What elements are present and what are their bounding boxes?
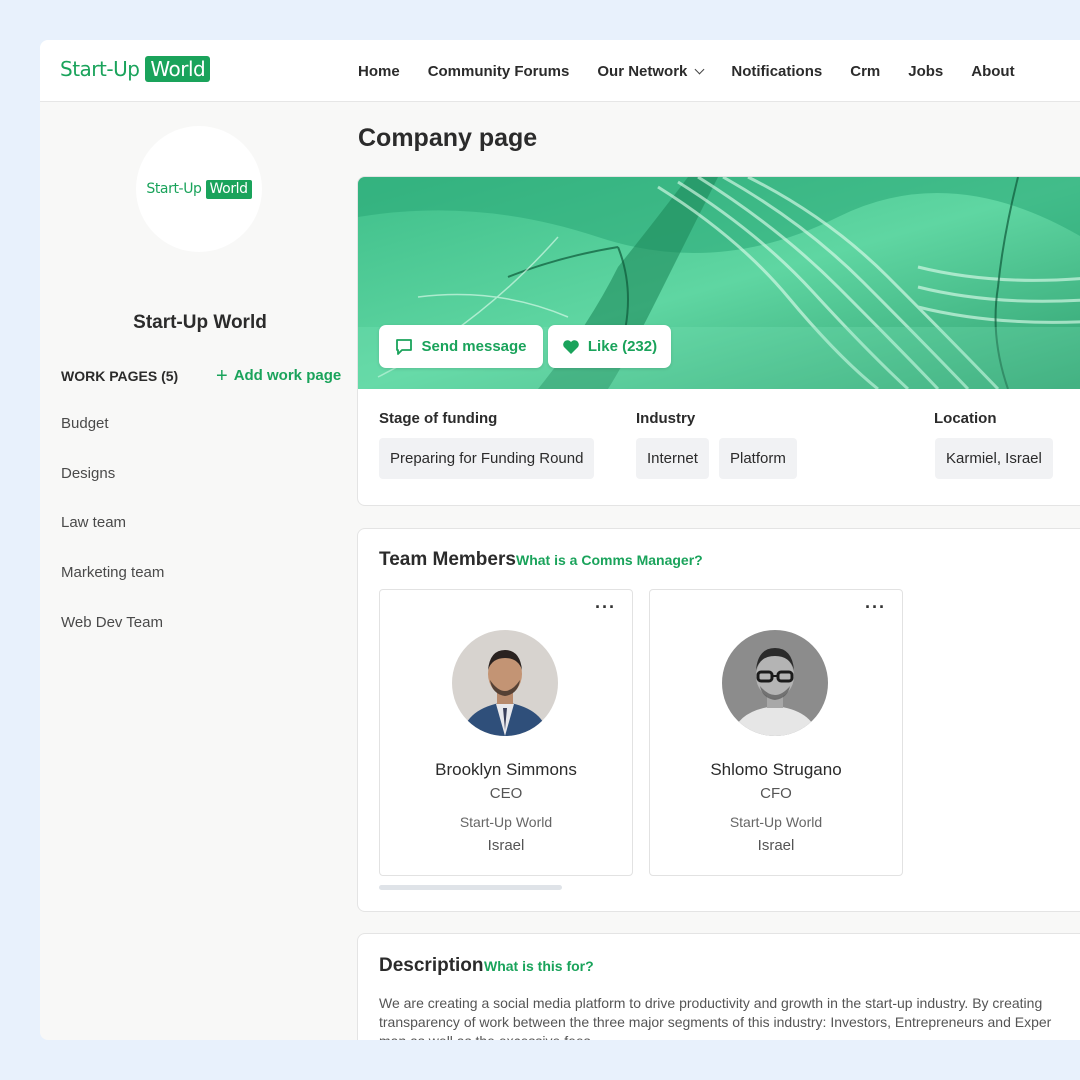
work-page-item-law-team[interactable]: Law team: [61, 514, 164, 564]
nav-our-network-label: Our Network: [597, 62, 688, 80]
work-page-item-web-dev-team[interactable]: Web Dev Team: [61, 614, 164, 664]
like-label: Like (232): [587, 338, 658, 355]
member-name: Shlomo Strugano: [710, 760, 842, 779]
member-country: Israel: [487, 837, 525, 854]
work-pages-list: Budget Designs Law team Marketing team W…: [61, 415, 164, 663]
member-role: CEO: [489, 785, 523, 802]
message-icon: [396, 338, 413, 355]
like-button[interactable]: Like (232): [548, 325, 671, 368]
nav-community-forums[interactable]: Community Forums: [428, 63, 570, 80]
member-name: Brooklyn Simmons: [435, 760, 577, 779]
nav-home[interactable]: Home: [358, 63, 400, 80]
nav-notifications[interactable]: Notifications: [731, 63, 822, 80]
nav-jobs[interactable]: Jobs: [908, 63, 943, 80]
heart-icon: [563, 339, 579, 354]
avatar-logo-part1: Start-Up: [146, 181, 202, 197]
member-company: Start-Up World: [729, 814, 823, 830]
description-card: Description What is this for? We are cre…: [357, 933, 1080, 1040]
company-name: Start-Up World: [133, 312, 267, 333]
team-member-card[interactable]: ··· Brooklyn Simmons CEO Start-Up World …: [379, 589, 633, 876]
brand-name-part2: World: [145, 56, 211, 82]
nav-our-network[interactable]: Our Network: [597, 62, 705, 80]
plus-icon: +: [216, 364, 228, 387]
more-options-icon[interactable]: ···: [595, 598, 616, 616]
industry-label: Industry: [636, 410, 696, 427]
nav-about[interactable]: About: [971, 63, 1014, 80]
nav-crm[interactable]: Crm: [850, 63, 880, 80]
industry-chip-internet: Internet: [636, 438, 709, 479]
company-cover-card: Send message Like (232) Stage of funding…: [357, 176, 1080, 506]
description-text: We are creating a social media platform …: [379, 994, 1080, 1040]
add-work-page-label: Add work page: [233, 367, 342, 384]
company-avatar: Start-Up World: [136, 126, 262, 252]
member-photo: [452, 630, 558, 736]
member-company: Start-Up World: [459, 814, 553, 830]
work-pages-header: WORK PAGES (5): [61, 368, 179, 384]
main-nav: Home Community Forums Our Network Notifi…: [358, 40, 1043, 102]
stage-of-funding-label: Stage of funding: [379, 410, 498, 427]
location-label: Location: [934, 410, 997, 427]
team-members-card: Team Members What is a Comms Manager? ··…: [357, 528, 1080, 912]
chevron-down-icon: [694, 64, 705, 74]
more-options-icon[interactable]: ···: [865, 598, 886, 616]
description-line-3: man as well as the excessive fees.: [379, 1032, 1080, 1040]
work-page-item-marketing-team[interactable]: Marketing team: [61, 564, 164, 614]
company-avatar-logo: Start-Up World: [146, 179, 252, 199]
app-window: Start-Up World Home Community Forums Our…: [40, 40, 1080, 1040]
member-photo: [722, 630, 828, 736]
team-members-title: Team Members: [379, 549, 516, 570]
description-line-2: transparency of work between the three m…: [379, 1014, 1052, 1030]
work-page-item-budget[interactable]: Budget: [61, 415, 164, 465]
location-chip: Karmiel, Israel: [935, 438, 1053, 479]
description-help-link[interactable]: What is this for?: [484, 958, 594, 974]
comms-manager-help-link[interactable]: What is a Comms Manager?: [516, 552, 703, 568]
team-member-card[interactable]: ··· Shlomo Strugano CFO Start-Up World I…: [649, 589, 903, 876]
sidebar: Start-Up World Start-Up World WORK PAGES…: [40, 102, 358, 1040]
work-page-item-designs[interactable]: Designs: [61, 465, 164, 515]
top-navigation-bar: Start-Up World Home Community Forums Our…: [40, 40, 1080, 102]
brand-logo[interactable]: Start-Up World: [60, 56, 211, 82]
send-message-button[interactable]: Send message: [379, 325, 543, 368]
member-role: CFO: [760, 785, 792, 802]
description-line-1: We are creating a social media platform …: [379, 995, 1043, 1011]
brand-name-part1: Start-Up: [60, 57, 140, 81]
industry-chip-platform: Platform: [719, 438, 797, 479]
page-title: Company page: [358, 124, 538, 152]
member-country: Israel: [757, 837, 795, 854]
horizontal-scrollbar[interactable]: [379, 885, 562, 890]
send-message-label: Send message: [421, 338, 527, 355]
avatar-logo-part2: World: [205, 179, 252, 199]
add-work-page-button[interactable]: + Add work page: [216, 364, 342, 387]
description-title: Description: [379, 955, 484, 976]
stage-of-funding-chip: Preparing for Funding Round: [379, 438, 595, 479]
